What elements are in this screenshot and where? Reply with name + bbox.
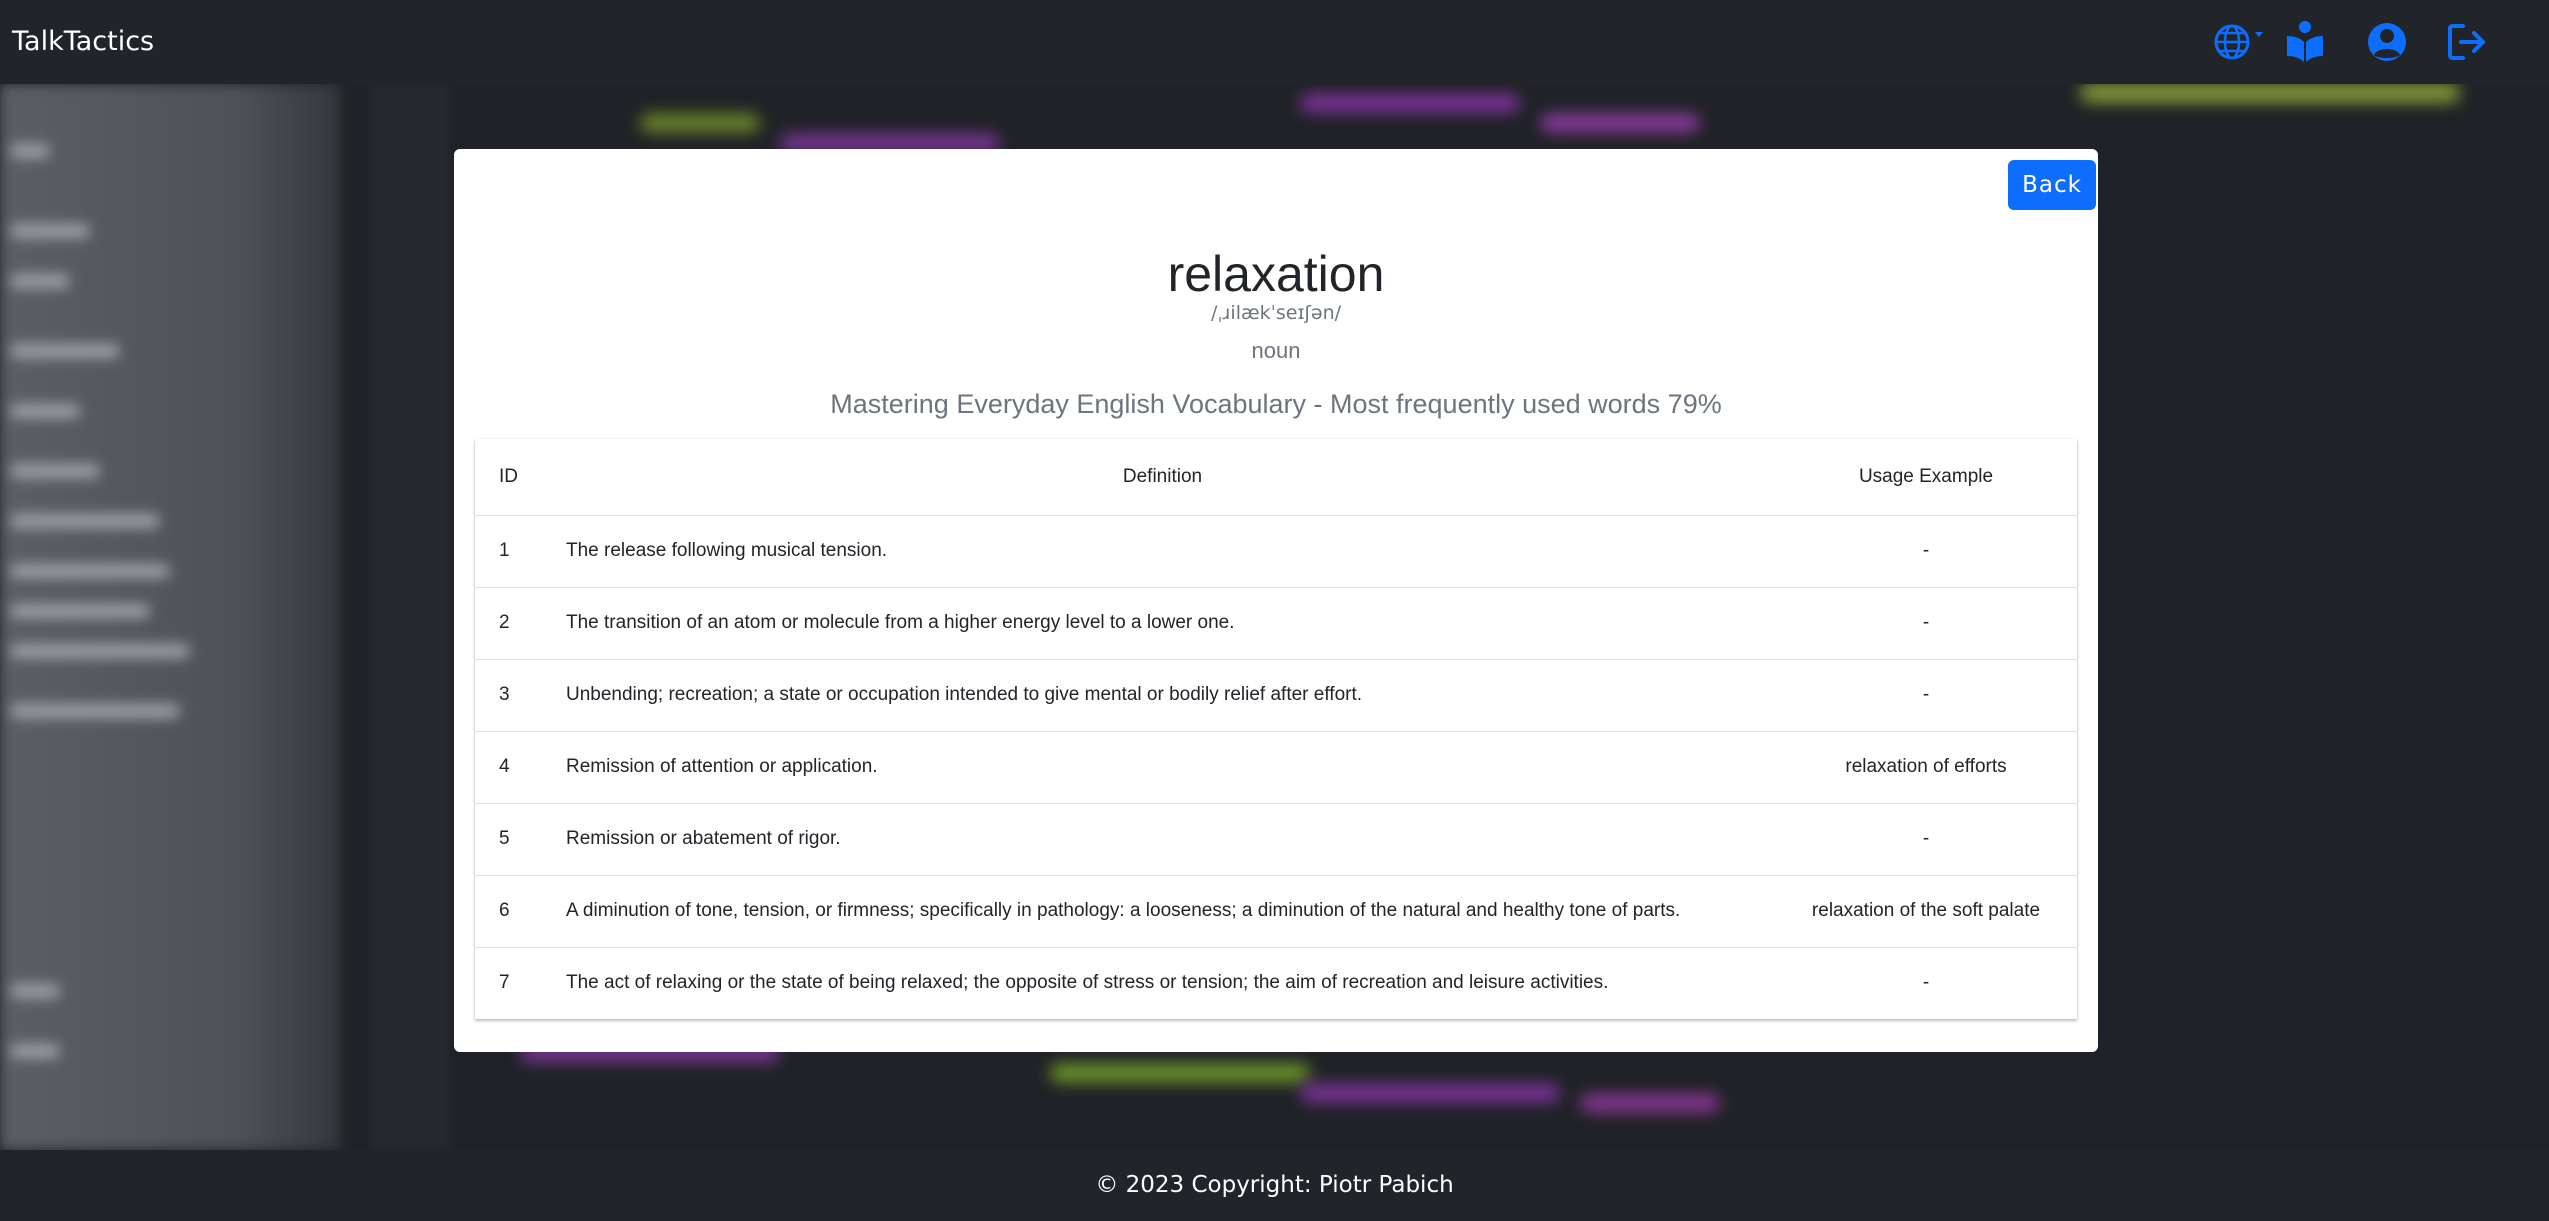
- word-detail-card: Back relaxation /ˌɹilækˈseɪʃən/ noun Mas…: [454, 149, 2098, 1052]
- phonetic-transcription: /ˌɹilækˈseɪʃən/: [1210, 302, 1342, 324]
- cell-example: -: [1922, 612, 1930, 633]
- cell-definition: The transition of an atom or molecule fr…: [566, 612, 1235, 633]
- language-dropdown[interactable]: [2208, 18, 2268, 66]
- cell-id: 7: [499, 972, 510, 994]
- table-row: 4 Remission of attention or application.…: [475, 731, 2077, 803]
- cell-example: -: [1922, 828, 1930, 849]
- brand-logo[interactable]: TalkTactics: [12, 26, 154, 57]
- cell-id: 5: [499, 828, 510, 849]
- cell-id: 3: [499, 684, 510, 705]
- top-navbar: TalkTactics: [0, 0, 2549, 84]
- cell-definition: Remission or abatement of rigor.: [566, 828, 841, 849]
- header-definition: Definition: [1122, 465, 1203, 487]
- profile-button[interactable]: [2363, 18, 2411, 66]
- cell-id: 1: [499, 540, 510, 561]
- cell-example: relaxation of efforts: [1845, 756, 2007, 777]
- back-button[interactable]: Back: [2008, 160, 2096, 210]
- globe-icon: [2214, 24, 2263, 60]
- table-row: 5 Remission or abatement of rigor. -: [475, 803, 2077, 875]
- cell-definition: A diminution of tone, tension, or firmne…: [566, 900, 1681, 921]
- part-of-speech: noun: [1251, 338, 1301, 363]
- cell-definition: The act of relaxing or the state of bein…: [566, 972, 1609, 994]
- cell-id: 6: [499, 900, 510, 921]
- table-row: 7 The act of relaxing or the state of be…: [475, 947, 2077, 1019]
- table-row: 6 A diminution of tone, tension, or firm…: [475, 875, 2077, 947]
- cell-definition: Unbending; recreation; a state or occupa…: [566, 684, 1363, 705]
- table-row: 3 Unbending; recreation; a state or occu…: [475, 659, 2077, 731]
- header-usage-example: Usage Example: [1858, 465, 1994, 487]
- definitions-table: ID Definition Usage Example 1 The releas…: [475, 439, 2077, 1019]
- cell-example: -: [1922, 540, 1930, 561]
- user-circle-icon: [2368, 23, 2406, 61]
- page-footer: © 2023 Copyright: Piotr Pabich: [0, 1150, 2549, 1221]
- table-row: 1 The release following musical tension.…: [475, 515, 2077, 587]
- header-id: ID: [499, 465, 518, 487]
- cell-id: 4: [499, 756, 510, 777]
- table-header-row: ID Definition Usage Example: [475, 439, 2077, 515]
- cell-example: -: [1922, 972, 1930, 994]
- book-reader-icon: [2287, 21, 2323, 62]
- table-row: 2 The transition of an atom or molecule …: [475, 587, 2077, 659]
- cell-definition: Remission of attention or application.: [566, 756, 878, 777]
- logout-icon: [2448, 24, 2485, 60]
- collection-title: Mastering Everyday English Vocabulary - …: [830, 389, 1722, 419]
- word-title: relaxation: [1167, 246, 1385, 302]
- cell-example: relaxation of the soft palate: [1811, 900, 2041, 921]
- cell-id: 2: [499, 612, 510, 633]
- cell-definition: The release following musical tension.: [566, 540, 888, 561]
- cell-example: -: [1922, 684, 1930, 705]
- book-reader-button[interactable]: [2281, 18, 2329, 66]
- logout-button[interactable]: [2443, 18, 2491, 66]
